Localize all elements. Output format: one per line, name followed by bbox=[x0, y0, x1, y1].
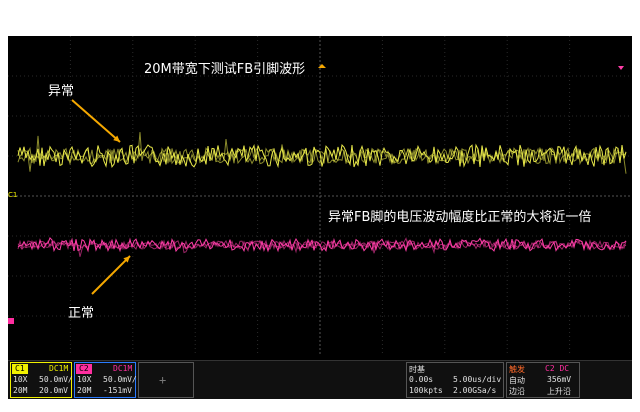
timebase-label: 时基 bbox=[409, 365, 425, 374]
trigger-label: 触发 bbox=[509, 365, 525, 374]
trigger-slope: 上升沿 bbox=[547, 387, 571, 396]
normal-label: 正常 bbox=[68, 306, 95, 321]
trigger-source: C2 DC bbox=[545, 364, 570, 373]
channel1-probe: 10X bbox=[13, 375, 28, 384]
trigger-position-marker bbox=[318, 64, 326, 68]
comparison-note: 异常FB脚的电压波动幅度比正常的大将近一倍 bbox=[328, 210, 592, 225]
trigger-type: 边沿 bbox=[509, 387, 525, 396]
abnormal-label: 异常 bbox=[48, 84, 75, 99]
channel2-probe: 10X bbox=[77, 375, 92, 384]
channel1-offset: 20.0mV bbox=[39, 386, 68, 395]
channel1-coupling: DC1M bbox=[49, 364, 69, 373]
channel2-bw: 20M bbox=[77, 386, 92, 395]
trigger-mode: 自动 bbox=[509, 376, 525, 385]
abnormal-arrow bbox=[71, 99, 121, 143]
timebase-rate: 2.00GSa/s bbox=[453, 386, 497, 395]
channel2-offset: -151mV bbox=[103, 386, 132, 395]
channel1-scale: 50.0mV/ bbox=[39, 375, 73, 384]
channel1-bw: 20M bbox=[13, 386, 28, 395]
graticule bbox=[8, 36, 632, 356]
timebase-scale: 5.00us/div bbox=[453, 375, 502, 384]
oscilloscope-screen: C1 20M带宽下测试FB引脚波形 异常 正常 异常FB脚的电压波动幅度比正常的… bbox=[8, 36, 632, 399]
waveform-title: 20M带宽下测试FB引脚波形 bbox=[144, 62, 306, 77]
c1-offset-marker: C1 bbox=[8, 191, 18, 199]
trigger-level-marker bbox=[618, 66, 624, 70]
channel2-coupling: DC1M bbox=[113, 364, 133, 373]
trigger-level: 356mV bbox=[547, 375, 572, 384]
channel2-tag: C2 bbox=[76, 364, 92, 374]
channel2-scale: 50.0mV/ bbox=[103, 375, 137, 384]
normal-arrow bbox=[91, 255, 131, 295]
abnormal-waveform bbox=[17, 135, 627, 166]
timebase-points: 100kpts bbox=[409, 386, 443, 395]
waveform-plot bbox=[8, 36, 632, 356]
crosshair-icon: + bbox=[159, 373, 167, 387]
trigger-info[interactable]: 触发 C2 DC 自动 356mV 边沿 上升沿 bbox=[506, 362, 580, 398]
add-channel-slot[interactable]: + bbox=[138, 362, 194, 398]
timebase-delay: 0.00s bbox=[409, 375, 434, 384]
status-bar: C1 DC1M 10X 50.0mV/ 20M 20.0mV C2 DC1M 1… bbox=[8, 360, 632, 399]
channel1-tag: C1 bbox=[12, 364, 28, 374]
timebase-info[interactable]: 时基 0.00s 5.00us/div 100kpts 2.00GSa/s bbox=[406, 362, 504, 398]
c2-offset-marker bbox=[8, 318, 14, 324]
channel1-info[interactable]: C1 DC1M 10X 50.0mV/ 20M 20.0mV bbox=[10, 362, 73, 398]
waveform-traces bbox=[17, 132, 627, 257]
channel2-info[interactable]: C2 DC1M 10X 50.0mV/ 20M -151mV bbox=[74, 362, 137, 398]
